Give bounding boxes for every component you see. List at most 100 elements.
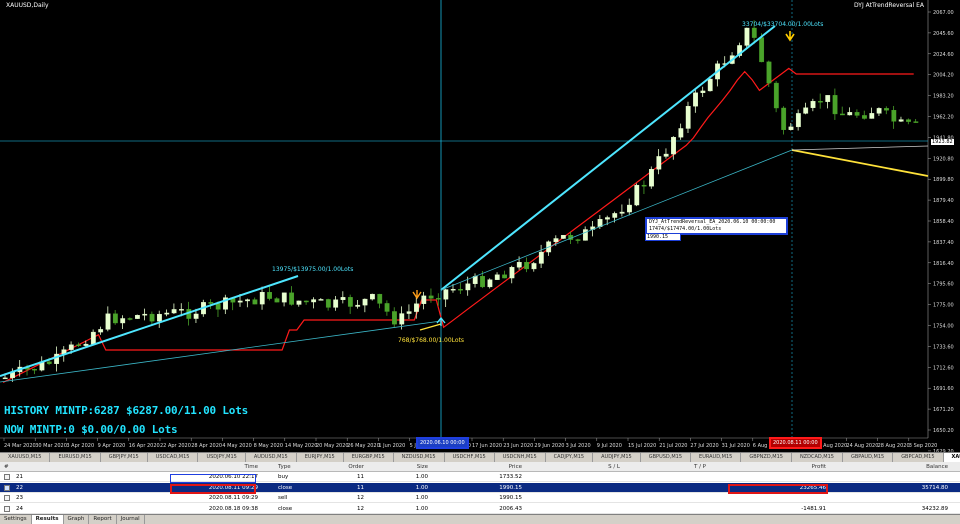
symbol-tab[interactable]: NZDCAD,M15 bbox=[792, 453, 843, 462]
candle-body bbox=[531, 263, 537, 270]
symbol-tab[interactable]: CADJPY,M15 bbox=[546, 453, 594, 462]
tab-settings[interactable]: Settings bbox=[0, 515, 32, 524]
candle-body bbox=[898, 119, 904, 122]
col-order-header[interactable]: Order bbox=[318, 462, 364, 472]
date-tick-label: 21 Jul 2020 bbox=[659, 443, 687, 449]
candle-body bbox=[707, 78, 713, 92]
exit-arrow-icon bbox=[785, 31, 795, 42]
table-row[interactable]: 21 2020.06.10 22:17 buy 11 1.00 1733.52 bbox=[0, 472, 960, 482]
price-chart[interactable]: 2067.00 2045.60 2024.60 2004.20 1983.20 1962.… bbox=[0, 0, 960, 452]
symbol-tab[interactable]: AUDJPY,M15 bbox=[593, 453, 641, 462]
symbol-tab[interactable]: EURUSD,M15 bbox=[50, 453, 101, 462]
candle-body bbox=[788, 126, 794, 130]
sell-arrow-icon bbox=[412, 290, 422, 300]
candle-body bbox=[627, 204, 632, 213]
candle-body bbox=[149, 313, 155, 322]
candle-body bbox=[399, 313, 405, 325]
symbol-tab[interactable]: NZDUSD,M15 bbox=[394, 453, 445, 462]
tab-results[interactable]: Results bbox=[31, 515, 64, 524]
table-row[interactable]: 23 2020.08.11 09:29 sell 12 1.00 1990.15 bbox=[0, 493, 960, 503]
price-tick-label: 1837.40 bbox=[933, 240, 954, 246]
col-price-header[interactable]: Price bbox=[470, 462, 522, 472]
date-tick-label: 24 Aug 2020 bbox=[846, 443, 878, 449]
symbol-tab[interactable]: EURGBP,M15 bbox=[344, 453, 394, 462]
date-tick-label: 20 May 2020 bbox=[316, 443, 349, 449]
candle-body bbox=[179, 309, 184, 311]
date-tick-label: 18 Aug 2020 bbox=[815, 443, 847, 449]
symbol-tab[interactable]: GBPUSD,M15 bbox=[641, 453, 692, 462]
trendline-gray bbox=[791, 145, 929, 151]
candle-body bbox=[876, 108, 882, 114]
now-mintp-text: NOW MINTP:0 $0.00/0.00 Lots bbox=[4, 423, 178, 436]
col-profit-header[interactable]: Profit bbox=[740, 462, 826, 472]
cell-price: 1990.15 bbox=[499, 484, 522, 491]
symbol-tab[interactable]: GBPJPY,M15 bbox=[101, 453, 148, 462]
low-trade-label: 768/$768.00/1.00Lots bbox=[398, 337, 465, 344]
price-tick-label: 1879.40 bbox=[933, 198, 954, 204]
cell-size: 1.00 bbox=[415, 474, 428, 480]
candle-body bbox=[377, 293, 383, 304]
candle-body bbox=[68, 344, 74, 350]
col-size-header[interactable]: Size bbox=[380, 462, 428, 472]
candle-body bbox=[333, 299, 339, 308]
symbol-tab[interactable]: EURJPY,M15 bbox=[297, 453, 344, 462]
cell-num: 21 bbox=[16, 474, 23, 480]
price-tick-label: 1816.40 bbox=[933, 261, 954, 267]
col-time-header[interactable]: Time bbox=[168, 462, 258, 472]
candle-body bbox=[311, 299, 317, 303]
strategy-tester-results[interactable]: # Time Type Order Size Price S / L T / P… bbox=[0, 462, 960, 514]
col-balance-header[interactable]: Balance bbox=[880, 462, 948, 472]
candle-body bbox=[795, 113, 801, 128]
symbol-tab[interactable]: USDCHF,M15 bbox=[445, 453, 495, 462]
date-tick-label: 3 Apr 2020 bbox=[66, 443, 94, 449]
symbol-tab[interactable]: GBPCAD,M15 bbox=[893, 453, 944, 462]
date-tick-label: 23 Jun 2020 bbox=[503, 443, 533, 449]
candle-body bbox=[120, 318, 126, 324]
symbol-tab[interactable]: XAUUSD,M15 bbox=[0, 453, 51, 462]
highlight-time-2: 2020.08.11 00:00 bbox=[769, 437, 822, 449]
candle-body bbox=[524, 262, 530, 270]
symbol-tab[interactable]: USDJPY,M15 bbox=[198, 453, 246, 462]
symbol-tab[interactable]: XAUUSD,Daily bbox=[943, 453, 960, 462]
date-tick-label: 24 Mar 2020 bbox=[4, 443, 36, 449]
candle-body bbox=[164, 312, 170, 315]
symbol-tab[interactable]: GBPAUD,M15 bbox=[843, 453, 894, 462]
tab-journal[interactable]: Journal bbox=[117, 515, 145, 524]
symbol-tab[interactable]: USDCAD,M15 bbox=[148, 453, 199, 462]
symbol-tab[interactable]: GBPNZD,M15 bbox=[741, 453, 792, 462]
candle-body bbox=[443, 289, 449, 300]
table-row[interactable]: 24 2020.08.18 09:38 close 12 1.00 2006.43 -148… bbox=[0, 504, 960, 514]
cell-balance bbox=[880, 493, 948, 503]
symbol-tab[interactable]: AUDUSD,M15 bbox=[246, 453, 297, 462]
symbol-tab[interactable]: USDCNH,M15 bbox=[495, 453, 546, 462]
candle-body bbox=[46, 361, 52, 364]
candle-body bbox=[325, 299, 331, 308]
candle-body bbox=[465, 283, 471, 291]
mid-trade-label: 13975/$13975.00/1.00Lots bbox=[272, 266, 354, 273]
price-tick-label: 1775.00 bbox=[933, 303, 954, 309]
tab-graph[interactable]: Graph bbox=[64, 515, 90, 524]
date-tick-label: 31 Jul 2020 bbox=[722, 443, 750, 449]
date-tick-label: 16 Apr 2020 bbox=[129, 443, 160, 449]
candle-body bbox=[516, 262, 522, 268]
cell-order: 12 bbox=[357, 495, 364, 501]
candle-body bbox=[840, 113, 845, 116]
tab-report[interactable]: Report bbox=[89, 515, 117, 524]
col-num-header[interactable]: # bbox=[4, 462, 9, 472]
candle-body bbox=[509, 267, 515, 279]
price-tick-label: 1754.00 bbox=[933, 324, 954, 330]
price-tick-label: 2067.00 bbox=[933, 10, 954, 16]
cell-profit bbox=[740, 472, 826, 482]
candle-body bbox=[560, 235, 566, 239]
cell-num: 23 bbox=[16, 495, 23, 501]
col-tp-header[interactable]: T / P bbox=[676, 462, 706, 472]
candle-body bbox=[472, 276, 478, 284]
price-tick-label: 2004.20 bbox=[933, 73, 954, 79]
candle-body bbox=[245, 299, 250, 302]
candle-body bbox=[193, 313, 199, 319]
col-sl-header[interactable]: S / L bbox=[590, 462, 620, 472]
date-tick-label: 3 Jul 2020 bbox=[566, 443, 591, 449]
table-header: # Time Type Order Size Price S / L T / P… bbox=[0, 462, 960, 472]
symbol-tab[interactable]: EURAUD,M15 bbox=[691, 453, 742, 462]
date-tick-label: 17 Jun 2020 bbox=[472, 443, 502, 449]
